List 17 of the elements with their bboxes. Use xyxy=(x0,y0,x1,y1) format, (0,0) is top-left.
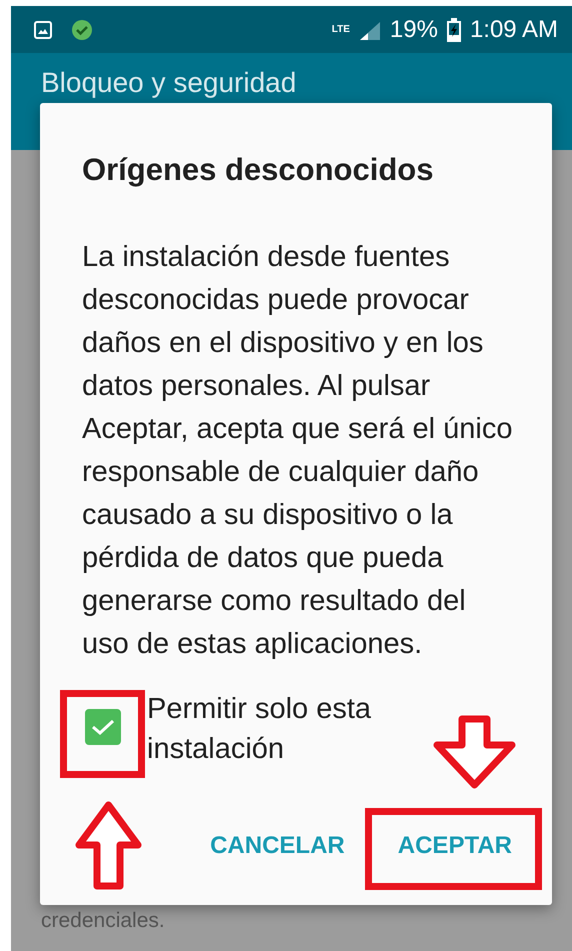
image-icon xyxy=(33,20,53,40)
dialog-title: Orígenes desconocidos xyxy=(82,152,434,188)
screen-title: Bloqueo y seguridad xyxy=(41,67,296,98)
network-label: LTE xyxy=(332,24,350,35)
checkbox[interactable] xyxy=(85,709,121,745)
check-circle-icon xyxy=(71,18,93,40)
dialog-message: La instalación desde fuentes desconocidas puede provocar daños en el dispositivo y en los datos personales. Al pulsar Aceptar, acepta que será el único responsable de cualquier daño causado a su dispositivo o la pérdida de datos que pueda generarse como resultado del uso de estas aplicaciones. xyxy=(82,240,514,662)
clock: 1:09 AM xyxy=(470,16,558,44)
up-arrow-icon xyxy=(75,800,142,890)
dialog-button[interactable]: CANCELAR xyxy=(204,826,351,866)
dialog-button[interactable]: ACEPTAR xyxy=(392,826,518,866)
list-item-text: credenciales. xyxy=(41,909,165,933)
check-icon xyxy=(90,717,116,737)
down-arrow-icon xyxy=(432,715,517,790)
battery-percent: 19% xyxy=(390,16,438,44)
checkbox-label: Permitir solo esta instalación xyxy=(147,692,372,767)
battery-icon xyxy=(446,16,462,42)
